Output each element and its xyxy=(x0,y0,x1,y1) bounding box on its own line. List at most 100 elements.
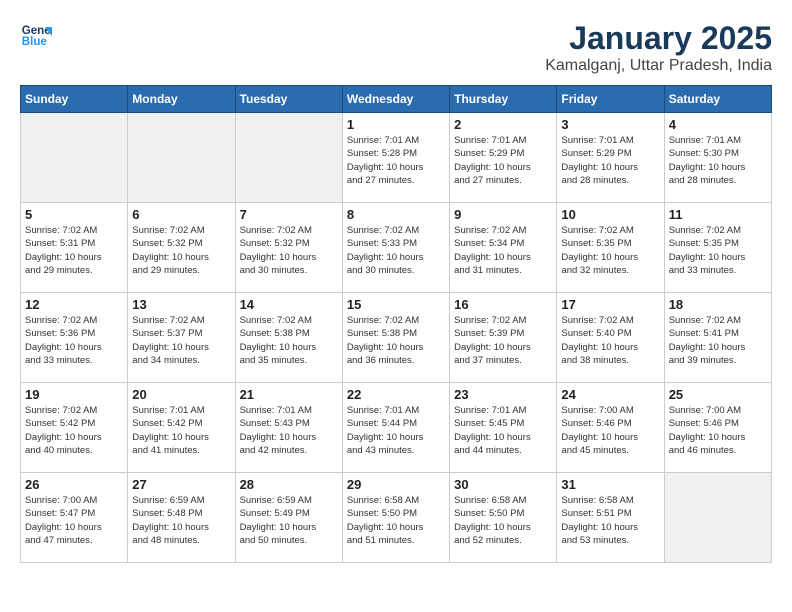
day-info: Sunrise: 7:01 AM Sunset: 5:29 PM Dayligh… xyxy=(561,134,659,187)
calendar-cell: 20Sunrise: 7:01 AM Sunset: 5:42 PM Dayli… xyxy=(128,383,235,473)
calendar-cell: 17Sunrise: 7:02 AM Sunset: 5:40 PM Dayli… xyxy=(557,293,664,383)
weekday-header: Monday xyxy=(128,86,235,113)
weekday-header: Thursday xyxy=(450,86,557,113)
weekday-header: Sunday xyxy=(21,86,128,113)
calendar-cell: 7Sunrise: 7:02 AM Sunset: 5:32 PM Daylig… xyxy=(235,203,342,293)
calendar-week-row: 26 Sunrise: 7:00 AM Sunset: 5:47 PM Dayli… xyxy=(21,473,772,563)
day-number: 30 xyxy=(454,477,552,492)
calendar-cell xyxy=(235,113,342,203)
calendar-cell: 5 Sunrise: 7:02 AM Sunset: 5:31 PM Daylig… xyxy=(21,203,128,293)
day-number: 8 xyxy=(347,207,445,222)
day-info: Sunrise: 7:01 AM Sunset: 5:43 PM Dayligh… xyxy=(240,404,338,457)
day-info: Sunrise: 7:01 AM Sunset: 5:30 PM Dayligh… xyxy=(669,134,767,187)
title-block: January 2025 Kamalganj, Uttar Pradesh, I… xyxy=(545,20,772,75)
calendar-cell: 24 Sunrise: 7:00 AM Sunset: 5:46 PM Dayli… xyxy=(557,383,664,473)
day-info: Sunrise: 7:02 AM Sunset: 5:41 PM Dayligh… xyxy=(669,314,767,367)
day-info: Sunrise: 6:59 AM Sunset: 5:48 PM Dayligh… xyxy=(132,494,230,547)
calendar-cell: 22 Sunrise: 7:01 AM Sunset: 5:44 PM Dayli… xyxy=(342,383,449,473)
calendar-cell: 26 Sunrise: 7:00 AM Sunset: 5:47 PM Dayli… xyxy=(21,473,128,563)
calendar-cell xyxy=(664,473,771,563)
day-info: Sunrise: 7:02 AM Sunset: 5:33 PM Dayligh… xyxy=(347,224,445,277)
weekday-header: Tuesday xyxy=(235,86,342,113)
weekday-row: SundayMondayTuesdayWednesdayThursdayFrid… xyxy=(21,86,772,113)
day-info: Sunrise: 7:02 AM Sunset: 5:38 PM Dayligh… xyxy=(240,314,338,367)
day-info: Sunrise: 6:58 AM Sunset: 5:50 PM Dayligh… xyxy=(347,494,445,547)
day-info: Sunrise: 7:02 AM Sunset: 5:35 PM Dayligh… xyxy=(669,224,767,277)
day-number: 3 xyxy=(561,117,659,132)
calendar-cell: 1Sunrise: 7:01 AM Sunset: 5:28 PM Daylig… xyxy=(342,113,449,203)
day-number: 19 xyxy=(25,387,123,402)
calendar-cell: 14 Sunrise: 7:02 AM Sunset: 5:38 PM Dayli… xyxy=(235,293,342,383)
day-info: Sunrise: 7:02 AM Sunset: 5:35 PM Dayligh… xyxy=(561,224,659,277)
calendar-cell xyxy=(128,113,235,203)
calendar-cell: 25 Sunrise: 7:00 AM Sunset: 5:46 PM Dayli… xyxy=(664,383,771,473)
calendar-subtitle: Kamalganj, Uttar Pradesh, India xyxy=(545,57,772,75)
day-number: 9 xyxy=(454,207,552,222)
day-number: 24 xyxy=(561,387,659,402)
day-info: Sunrise: 7:01 AM Sunset: 5:45 PM Dayligh… xyxy=(454,404,552,457)
calendar-week-row: 12Sunrise: 7:02 AM Sunset: 5:36 PM Dayli… xyxy=(21,293,772,383)
day-number: 25 xyxy=(669,387,767,402)
day-number: 31 xyxy=(561,477,659,492)
day-number: 11 xyxy=(669,207,767,222)
calendar-cell: 8 Sunrise: 7:02 AM Sunset: 5:33 PM Daylig… xyxy=(342,203,449,293)
calendar-cell: 29 Sunrise: 6:58 AM Sunset: 5:50 PM Dayli… xyxy=(342,473,449,563)
day-number: 23 xyxy=(454,387,552,402)
day-number: 26 xyxy=(25,477,123,492)
calendar-cell: 28Sunrise: 6:59 AM Sunset: 5:49 PM Dayli… xyxy=(235,473,342,563)
calendar-cell: 30 Sunrise: 6:58 AM Sunset: 5:50 PM Dayli… xyxy=(450,473,557,563)
calendar-body: 1Sunrise: 7:01 AM Sunset: 5:28 PM Daylig… xyxy=(21,113,772,563)
day-number: 18 xyxy=(669,297,767,312)
calendar-cell: 3 Sunrise: 7:01 AM Sunset: 5:29 PM Daylig… xyxy=(557,113,664,203)
day-info: Sunrise: 7:00 AM Sunset: 5:47 PM Dayligh… xyxy=(25,494,123,547)
day-number: 10 xyxy=(561,207,659,222)
day-info: Sunrise: 7:00 AM Sunset: 5:46 PM Dayligh… xyxy=(561,404,659,457)
day-number: 20 xyxy=(132,387,230,402)
calendar-cell: 11 Sunrise: 7:02 AM Sunset: 5:35 PM Dayli… xyxy=(664,203,771,293)
calendar-cell: 16Sunrise: 7:02 AM Sunset: 5:39 PM Dayli… xyxy=(450,293,557,383)
day-number: 6 xyxy=(132,207,230,222)
day-number: 27 xyxy=(132,477,230,492)
day-number: 5 xyxy=(25,207,123,222)
day-number: 4 xyxy=(669,117,767,132)
weekday-header: Wednesday xyxy=(342,86,449,113)
page-header: General Blue January 2025 Kamalganj, Utt… xyxy=(20,20,772,75)
calendar-cell: 31 Sunrise: 6:58 AM Sunset: 5:51 PM Dayli… xyxy=(557,473,664,563)
day-number: 14 xyxy=(240,297,338,312)
calendar-cell: 9 Sunrise: 7:02 AM Sunset: 5:34 PM Daylig… xyxy=(450,203,557,293)
day-info: Sunrise: 7:02 AM Sunset: 5:40 PM Dayligh… xyxy=(561,314,659,367)
day-info: Sunrise: 6:58 AM Sunset: 5:50 PM Dayligh… xyxy=(454,494,552,547)
day-info: Sunrise: 7:02 AM Sunset: 5:31 PM Dayligh… xyxy=(25,224,123,277)
calendar-cell: 10 Sunrise: 7:02 AM Sunset: 5:35 PM Dayli… xyxy=(557,203,664,293)
calendar-cell: 12Sunrise: 7:02 AM Sunset: 5:36 PM Dayli… xyxy=(21,293,128,383)
weekday-header: Saturday xyxy=(664,86,771,113)
day-number: 22 xyxy=(347,387,445,402)
calendar-cell: 4 Sunrise: 7:01 AM Sunset: 5:30 PM Daylig… xyxy=(664,113,771,203)
day-number: 29 xyxy=(347,477,445,492)
day-info: Sunrise: 7:02 AM Sunset: 5:32 PM Dayligh… xyxy=(132,224,230,277)
calendar-table: SundayMondayTuesdayWednesdayThursdayFrid… xyxy=(20,85,772,563)
calendar-cell: 15 Sunrise: 7:02 AM Sunset: 5:38 PM Dayli… xyxy=(342,293,449,383)
day-number: 21 xyxy=(240,387,338,402)
logo-icon: General Blue xyxy=(20,20,52,52)
day-number: 12 xyxy=(25,297,123,312)
day-info: Sunrise: 6:58 AM Sunset: 5:51 PM Dayligh… xyxy=(561,494,659,547)
weekday-header: Friday xyxy=(557,86,664,113)
day-number: 15 xyxy=(347,297,445,312)
day-info: Sunrise: 7:00 AM Sunset: 5:46 PM Dayligh… xyxy=(669,404,767,457)
calendar-cell xyxy=(21,113,128,203)
svg-text:Blue: Blue xyxy=(22,36,48,48)
day-info: Sunrise: 7:02 AM Sunset: 5:34 PM Dayligh… xyxy=(454,224,552,277)
logo: General Blue xyxy=(20,20,52,52)
calendar-week-row: 19 Sunrise: 7:02 AM Sunset: 5:42 PM Dayli… xyxy=(21,383,772,473)
calendar-cell: 23 Sunrise: 7:01 AM Sunset: 5:45 PM Dayli… xyxy=(450,383,557,473)
day-info: Sunrise: 7:01 AM Sunset: 5:28 PM Dayligh… xyxy=(347,134,445,187)
calendar-cell: 19 Sunrise: 7:02 AM Sunset: 5:42 PM Dayli… xyxy=(21,383,128,473)
day-info: Sunrise: 7:02 AM Sunset: 5:39 PM Dayligh… xyxy=(454,314,552,367)
day-info: Sunrise: 7:01 AM Sunset: 5:29 PM Dayligh… xyxy=(454,134,552,187)
day-number: 13 xyxy=(132,297,230,312)
day-info: Sunrise: 7:02 AM Sunset: 5:42 PM Dayligh… xyxy=(25,404,123,457)
day-info: Sunrise: 7:02 AM Sunset: 5:38 PM Dayligh… xyxy=(347,314,445,367)
calendar-week-row: 1Sunrise: 7:01 AM Sunset: 5:28 PM Daylig… xyxy=(21,113,772,203)
day-info: Sunrise: 7:01 AM Sunset: 5:44 PM Dayligh… xyxy=(347,404,445,457)
